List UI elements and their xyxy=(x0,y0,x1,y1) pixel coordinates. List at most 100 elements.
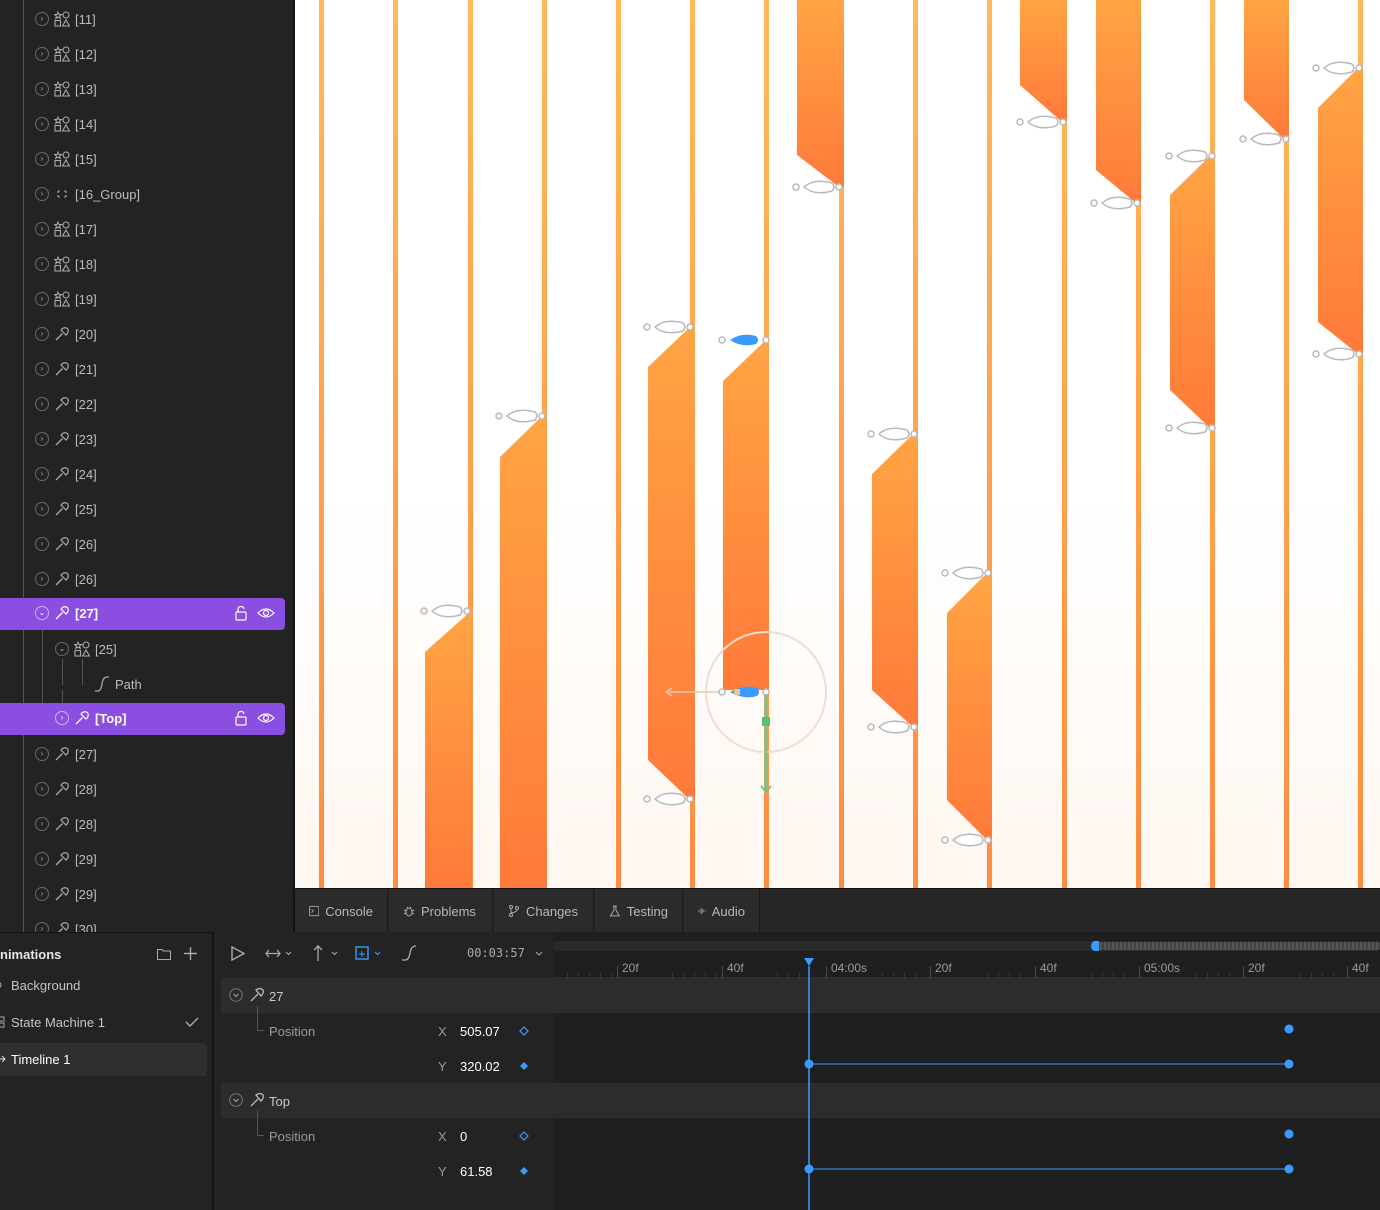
tab-changes[interactable]: Changes xyxy=(494,889,594,933)
expand-toggle-icon[interactable]: › xyxy=(35,187,49,201)
chevron-down-icon[interactable] xyxy=(229,1093,243,1107)
expand-toggle-icon[interactable]: › xyxy=(35,537,49,551)
timeline-scrollbar-handle[interactable] xyxy=(1091,941,1099,951)
hierarchy-item[interactable]: › [21] xyxy=(0,352,285,387)
expand-toggle-icon[interactable]: › xyxy=(35,922,49,932)
expand-toggle-icon[interactable]: › xyxy=(35,117,49,131)
tab-audio[interactable]: Audio xyxy=(684,889,760,933)
hierarchy-item[interactable]: › [17] xyxy=(0,212,285,247)
hierarchy-item[interactable]: › [28] xyxy=(0,807,285,842)
expand-toggle-icon[interactable]: › xyxy=(35,292,49,306)
folder-icon[interactable] xyxy=(157,948,171,960)
hierarchy-item[interactable]: ⌄ [27] xyxy=(0,598,285,630)
timeline-scrollbar-thumb[interactable] xyxy=(1096,942,1380,950)
hierarchy-item[interactable]: › [30] xyxy=(0,912,285,932)
hierarchy-item[interactable]: › [14] xyxy=(0,107,285,142)
expand-toggle-icon[interactable]: › xyxy=(35,327,49,341)
hierarchy-item-label: [29] xyxy=(75,852,97,867)
hierarchy-item[interactable]: › [27] xyxy=(0,737,285,772)
bone-icon xyxy=(54,571,70,587)
eye-icon[interactable] xyxy=(257,710,275,726)
hierarchy-item[interactable]: › [28] xyxy=(0,772,285,807)
animation-item-state-machine[interactable]: State Machine 1 xyxy=(0,1006,207,1039)
hierarchy-item[interactable]: › [13] xyxy=(0,72,285,107)
expand-toggle-icon[interactable]: › xyxy=(35,782,49,796)
expand-toggle-icon[interactable]: › xyxy=(35,82,49,96)
keyframe-filled-icon[interactable] xyxy=(519,1061,529,1071)
keyframe-empty-icon[interactable] xyxy=(519,1026,529,1036)
tab-problems[interactable]: Problems xyxy=(389,889,493,933)
expand-toggle-icon[interactable]: ⌄ xyxy=(55,642,69,656)
hierarchy-item-label: [15] xyxy=(75,152,97,167)
expand-toggle-icon[interactable]: › xyxy=(35,852,49,866)
hierarchy-item-label: [17] xyxy=(75,222,97,237)
position-y-value[interactable]: 61.58 xyxy=(460,1164,493,1179)
lock-icon[interactable] xyxy=(233,605,249,621)
snap-icon[interactable] xyxy=(311,945,339,961)
hierarchy-item[interactable]: ⌄ [25] xyxy=(0,632,285,667)
expand-toggle-icon[interactable]: › xyxy=(35,747,49,761)
expand-toggle-icon[interactable]: › xyxy=(35,432,49,446)
eye-icon[interactable] xyxy=(257,605,275,621)
keyframe-empty-icon[interactable] xyxy=(519,1131,529,1141)
keyframe-tracks[interactable] xyxy=(554,956,1380,1210)
current-time-display[interactable]: 00:03:57 xyxy=(467,946,543,960)
hierarchy-item[interactable]: › [24] xyxy=(0,457,285,492)
hierarchy-item[interactable]: › [12] xyxy=(0,37,285,72)
shapes-icon xyxy=(53,255,71,272)
curve-editor-icon[interactable] xyxy=(401,945,417,961)
hierarchy-item[interactable]: › [19] xyxy=(0,282,285,317)
bone-shapes[interactable] xyxy=(425,0,1363,888)
artboard[interactable] xyxy=(295,0,1380,888)
expand-toggle-icon[interactable]: › xyxy=(35,47,49,61)
play-icon[interactable] xyxy=(231,946,245,961)
expand-toggle-icon[interactable]: › xyxy=(35,887,49,901)
hierarchy-item-label: [24] xyxy=(75,467,97,482)
hierarchy-item[interactable]: › [11] xyxy=(0,2,285,37)
hierarchy-item[interactable]: › [Top] xyxy=(0,703,285,735)
bone-handles[interactable] xyxy=(420,61,1363,847)
expand-toggle-icon[interactable]: › xyxy=(35,397,49,411)
hierarchy-item[interactable]: › [29] xyxy=(0,877,285,912)
keyframe-dot xyxy=(1284,1024,1294,1034)
hierarchy-item[interactable]: › [16_Group] xyxy=(0,177,285,212)
expand-toggle-icon[interactable]: › xyxy=(35,362,49,376)
hierarchy-item[interactable]: › [23] xyxy=(0,422,285,457)
hierarchy-item[interactable]: › [25] xyxy=(0,492,285,527)
hierarchy-item[interactable]: › [18] xyxy=(0,247,285,282)
hierarchy-item-label: [29] xyxy=(75,887,97,902)
expand-toggle-icon[interactable]: › xyxy=(35,572,49,586)
expand-toggle-icon[interactable]: › xyxy=(35,257,49,271)
position-x-value[interactable]: 505.07 xyxy=(460,1024,500,1039)
hierarchy-item[interactable]: › [22] xyxy=(0,387,285,422)
tab-testing[interactable]: Testing xyxy=(595,889,683,933)
expand-toggle-icon[interactable]: › xyxy=(35,502,49,516)
expand-toggle-icon[interactable]: › xyxy=(35,817,49,831)
design-canvas[interactable] xyxy=(295,0,1380,888)
selected-bone-handle[interactable] xyxy=(718,334,770,346)
animation-item-timeline[interactable]: Timeline 1 xyxy=(0,1043,207,1076)
expand-toggle-icon[interactable]: › xyxy=(55,711,69,725)
expand-toggle-icon[interactable]: › xyxy=(35,152,49,166)
tab-console[interactable]: Console xyxy=(295,889,388,933)
expand-toggle-icon[interactable]: ⌄ xyxy=(35,606,49,620)
position-x-value[interactable]: 0 xyxy=(460,1129,467,1144)
expand-toggle-icon[interactable]: › xyxy=(35,222,49,236)
chevron-down-icon[interactable] xyxy=(229,988,243,1002)
timeline-scrollbar[interactable] xyxy=(554,941,1380,951)
animation-item-background[interactable]: Background xyxy=(0,969,207,1002)
add-icon[interactable] xyxy=(184,947,197,960)
lock-icon[interactable] xyxy=(233,710,249,726)
hierarchy-item[interactable]: › [26] xyxy=(0,527,285,562)
keyframe-view-icon[interactable] xyxy=(355,945,383,961)
expand-toggle-icon[interactable]: › xyxy=(35,467,49,481)
hierarchy-item[interactable]: Path xyxy=(0,667,285,702)
keyframe-filled-icon[interactable] xyxy=(519,1166,529,1176)
hierarchy-item[interactable]: › [20] xyxy=(0,317,285,352)
loop-mode-icon[interactable] xyxy=(265,947,293,960)
expand-toggle-icon[interactable]: › xyxy=(35,12,49,26)
position-y-value[interactable]: 320.02 xyxy=(460,1059,500,1074)
hierarchy-item[interactable]: › [26] xyxy=(0,562,285,597)
hierarchy-item[interactable]: › [29] xyxy=(0,842,285,877)
hierarchy-item[interactable]: › [15] xyxy=(0,142,285,177)
